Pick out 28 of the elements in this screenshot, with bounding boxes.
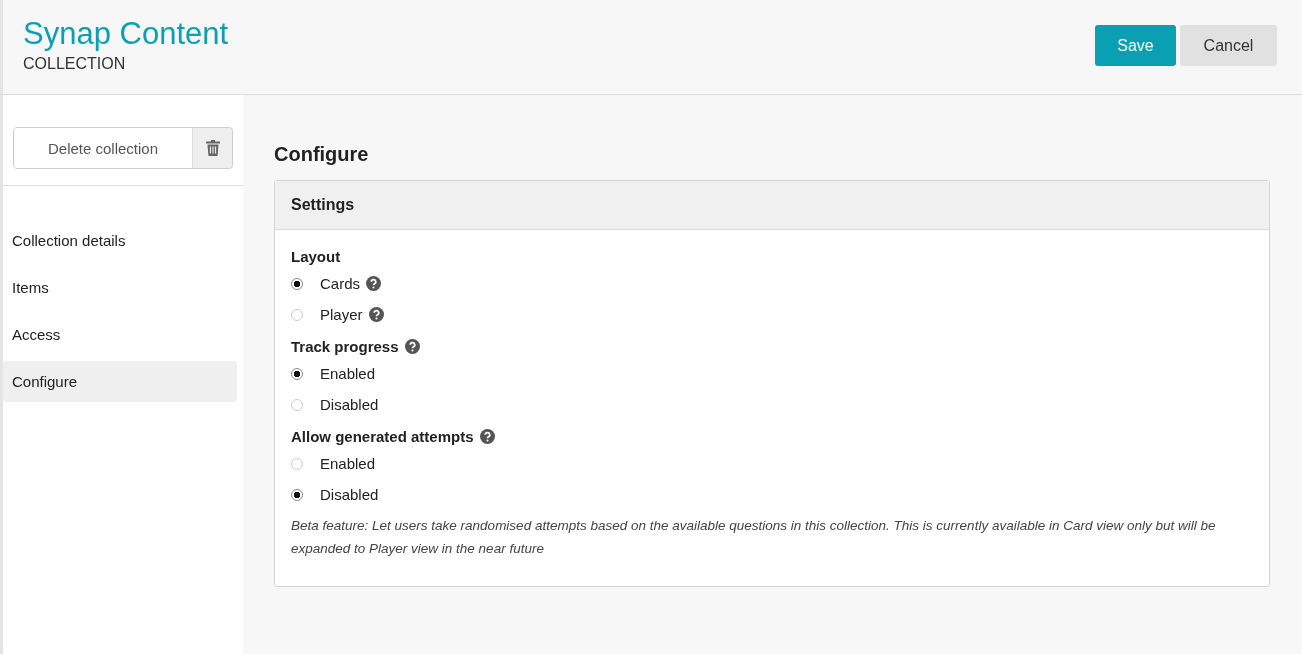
help-icon[interactable] bbox=[404, 338, 420, 354]
app-title: Synap Content bbox=[23, 15, 229, 53]
radio-button[interactable] bbox=[291, 277, 303, 290]
cancel-button[interactable]: Cancel bbox=[1180, 25, 1277, 66]
setting-label: Layout bbox=[291, 247, 341, 265]
radio-button[interactable] bbox=[291, 367, 303, 380]
page-subtitle: COLLECTION bbox=[23, 55, 127, 73]
delete-icon-button[interactable] bbox=[192, 128, 232, 168]
section-heading: Configure bbox=[274, 143, 370, 166]
option-label: Cards bbox=[320, 275, 360, 292]
option-label: Enabled bbox=[320, 455, 376, 472]
option-label: Enabled bbox=[320, 365, 376, 382]
sidebar-item[interactable]: Items bbox=[3, 267, 237, 308]
setting-label: Track progress bbox=[291, 337, 399, 355]
option-label: Player bbox=[320, 306, 363, 323]
panel-title: Settings bbox=[291, 196, 355, 213]
trash-icon bbox=[205, 140, 220, 156]
help-icon[interactable] bbox=[366, 276, 381, 291]
setting-label: Allow generated attempts bbox=[291, 427, 474, 445]
sidebar-item[interactable]: Configure bbox=[3, 361, 237, 402]
help-icon[interactable] bbox=[368, 307, 384, 322]
help-icon[interactable] bbox=[479, 428, 495, 444]
radio-button[interactable] bbox=[291, 488, 303, 501]
note-text: Beta feature: Let users take randomised attempts based on the available questions in this collection. This is currently available in Card view only but will be expanded to Player view in the near future bbox=[291, 517, 1217, 558]
option-label: Disabled bbox=[320, 396, 379, 413]
sidebar-item[interactable]: Collection details bbox=[3, 220, 237, 261]
option-label: Disabled bbox=[320, 486, 379, 503]
sidebar-item[interactable]: Access bbox=[3, 314, 237, 355]
